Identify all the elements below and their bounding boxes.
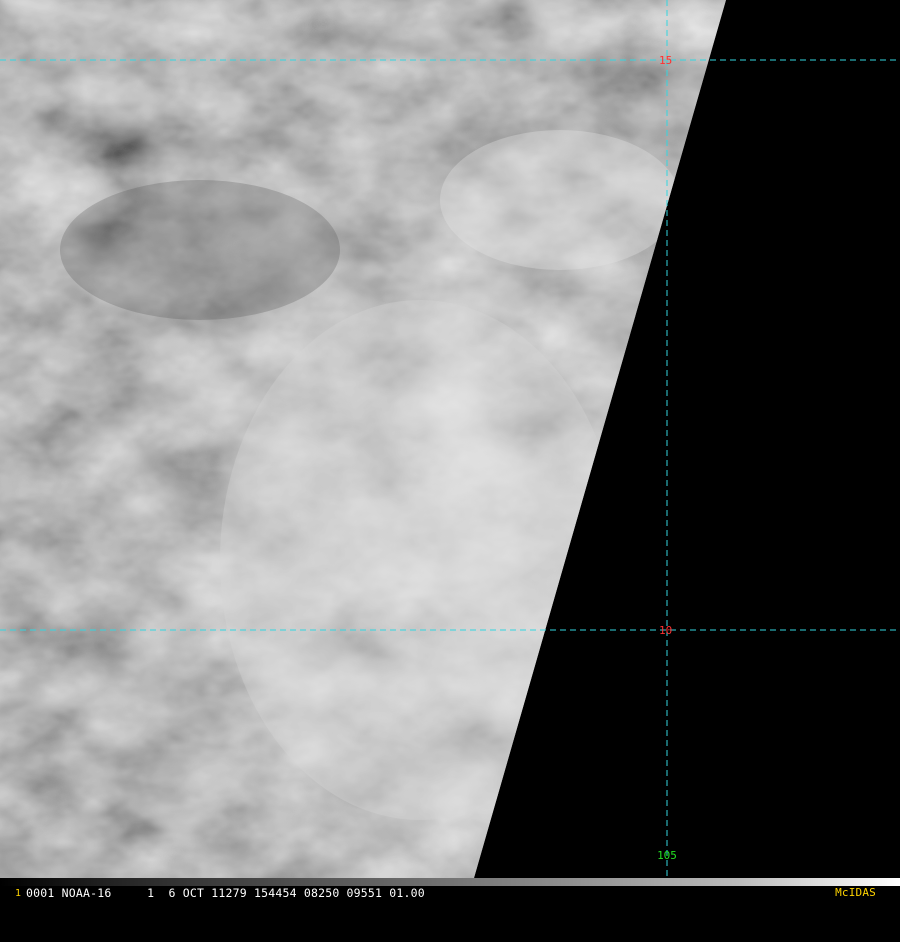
satellite-image: 1510110105 [0,0,900,900]
latitude-label-10: 10 [659,624,672,637]
mcidas-brand: McIDAS [835,886,876,899]
status-bar: 1 0001 NOAA-16 1 6 OCT 11279 154454 0825… [0,886,900,900]
latitude-label-15: 15 [659,54,672,67]
satellite-image-viewer: 1510110105 [0,0,900,900]
image-metadata-text: 0001 NOAA-16 1 6 OCT 11279 154454 08250 … [26,886,425,900]
longitude-label-105: 105 [657,849,677,862]
frame-number: 1 [15,888,22,899]
